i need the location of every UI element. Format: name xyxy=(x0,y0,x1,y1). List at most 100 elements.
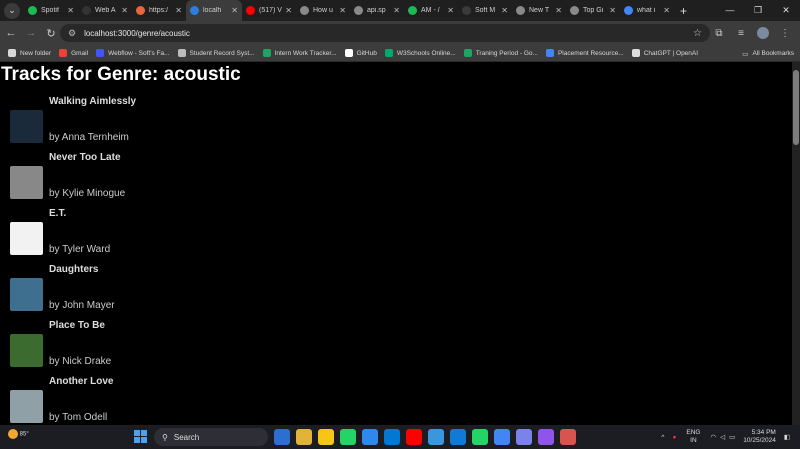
browser-tab[interactable]: AM - / ✕ xyxy=(404,0,458,21)
taskbar-app-icon[interactable] xyxy=(296,429,312,445)
minimize-button[interactable]: — xyxy=(716,0,744,21)
chevron-up-icon[interactable]: ^ xyxy=(661,434,664,441)
tray-app-icon[interactable]: ● xyxy=(672,434,676,441)
bookmark-label: ChatGPT | OpenAI xyxy=(643,49,699,57)
taskbar-search[interactable]: ⚲ Search xyxy=(154,428,268,446)
forward-icon[interactable]: → xyxy=(22,27,40,39)
browser-tab[interactable]: https:/ ✕ xyxy=(132,0,186,21)
language-indicator[interactable]: ENG IN xyxy=(686,429,700,445)
taskbar-app-icon[interactable] xyxy=(450,429,466,445)
album-art[interactable] xyxy=(10,222,43,255)
tab-close-icon[interactable]: ✕ xyxy=(231,6,238,15)
tab-title: what i xyxy=(637,7,656,14)
album-art[interactable] xyxy=(10,334,43,367)
tab-close-icon[interactable]: ✕ xyxy=(609,6,616,15)
bookmark-label: New folder xyxy=(20,49,52,57)
tab-close-icon[interactable]: ✕ xyxy=(447,6,454,15)
bookmark-icon xyxy=(59,49,68,57)
taskbar-app-icon[interactable] xyxy=(340,429,356,445)
taskbar-app-icon[interactable] xyxy=(516,429,532,445)
bookmark-item[interactable]: Gmail xyxy=(59,49,88,57)
album-art[interactable] xyxy=(10,166,43,199)
scrollbar[interactable] xyxy=(792,62,800,425)
taskbar-app-icon[interactable] xyxy=(384,429,400,445)
taskbar: 85° ⚲ Search ^ ● ENG IN ◠ ◁ ▭ 5:34 PM 10… xyxy=(0,425,800,449)
profile-avatar[interactable] xyxy=(757,27,769,39)
tab-close-icon[interactable]: ✕ xyxy=(555,6,562,15)
all-bookmarks-button[interactable]: ▭ All Bookmarks xyxy=(742,45,794,62)
site-info-icon[interactable]: ⚙ xyxy=(68,28,76,39)
tab-favicon-icon xyxy=(246,6,255,15)
tab-close-icon[interactable]: ✕ xyxy=(285,6,292,15)
media-icon[interactable]: ≡ xyxy=(730,28,752,39)
taskbar-app-icon[interactable] xyxy=(494,429,510,445)
taskbar-app-icon[interactable] xyxy=(428,429,444,445)
album-art[interactable] xyxy=(10,278,43,311)
sun-icon xyxy=(8,429,18,439)
browser-tab[interactable]: what i ✕ xyxy=(620,0,674,21)
address-bar[interactable]: ⚙ localhost:3000/genre/acoustic ☆ xyxy=(60,24,710,42)
search-label: Search xyxy=(173,432,200,442)
bookmark-icon xyxy=(344,49,353,57)
tab-close-icon[interactable]: ✕ xyxy=(339,6,346,15)
taskbar-app-icon[interactable] xyxy=(362,429,378,445)
tab-close-icon[interactable]: ✕ xyxy=(175,6,182,15)
bookmark-item[interactable]: Webflow - Soft's Fa... xyxy=(96,49,170,57)
wifi-icon[interactable]: ◠ xyxy=(710,433,716,441)
taskbar-app-icon[interactable] xyxy=(472,429,488,445)
close-window-button[interactable]: ✕ xyxy=(772,0,800,21)
browser-tab[interactable]: How u ✕ xyxy=(296,0,350,21)
tab-strip: ⌄ Spotif ✕ Web A ✕ https:/✕ localh ✕ (517) V ✕ Ho… xyxy=(0,0,800,21)
lang-label: ENG xyxy=(686,429,701,436)
tab-close-icon[interactable]: ✕ xyxy=(393,6,400,15)
browser-tab[interactable]: Spotif ✕ xyxy=(24,0,78,21)
tab-close-icon[interactable]: ✕ xyxy=(663,6,670,15)
scrollbar-thumb[interactable] xyxy=(793,70,799,145)
album-art[interactable] xyxy=(10,110,43,143)
browser-tab[interactable]: Soft M ✕ xyxy=(458,0,512,21)
new-tab-button[interactable]: + xyxy=(680,4,687,18)
bookmark-item[interactable]: ChatGPT | OpenAI xyxy=(631,49,699,57)
bookmark-item[interactable]: Placement Resource... xyxy=(545,49,624,57)
bookmark-label: Gmail xyxy=(71,49,89,57)
bookmark-star-icon[interactable]: ☆ xyxy=(693,28,702,39)
battery-icon[interactable]: ▭ xyxy=(729,433,735,441)
bookmark-item[interactable]: W3Schools Online... xyxy=(384,49,456,57)
reload-icon[interactable]: ↻ xyxy=(42,27,60,40)
volume-icon[interactable]: ◁ xyxy=(720,433,725,441)
album-art[interactable] xyxy=(10,390,43,423)
back-icon[interactable]: ← xyxy=(2,27,20,39)
bookmark-item[interactable]: Student Record Syst... xyxy=(177,49,255,57)
tab-close-icon[interactable]: ✕ xyxy=(501,6,508,15)
tab-search-button[interactable]: ⌄ xyxy=(4,2,20,19)
bookmark-item[interactable]: Intern Work Tracker... xyxy=(262,49,337,57)
browser-tab[interactable]: Top Gi ✕ xyxy=(566,0,620,21)
tab-title: New T xyxy=(529,7,550,14)
notification-icon[interactable]: ◧ xyxy=(784,433,790,441)
taskbar-app-icon[interactable] xyxy=(538,429,554,445)
browser-tab[interactable]: New T ✕ xyxy=(512,0,566,21)
tab-title: (517) V xyxy=(259,7,282,14)
browser-tab[interactable]: localh ✕ xyxy=(186,0,242,21)
track-name: Walking Aimlessly xyxy=(49,96,137,107)
browser-tab[interactable]: Web A ✕ xyxy=(78,0,132,21)
bookmark-item[interactable]: Traning Period - Go... xyxy=(463,49,538,57)
browser-tab[interactable]: api.sp ✕ xyxy=(350,0,404,21)
tab-close-icon[interactable]: ✕ xyxy=(121,6,128,15)
region-label: IN xyxy=(690,437,697,444)
menu-icon[interactable]: ⋮ xyxy=(774,28,796,39)
taskbar-app-icon[interactable] xyxy=(318,429,334,445)
track-artist: by Tom Odell xyxy=(49,412,108,423)
taskbar-app-icon[interactable] xyxy=(406,429,422,445)
weather-widget[interactable]: 85° xyxy=(8,429,29,439)
extensions-icon[interactable]: ⧉ xyxy=(708,28,730,39)
tab-close-icon[interactable]: ✕ xyxy=(67,6,74,15)
bookmark-item[interactable]: New folder xyxy=(8,49,51,57)
start-button[interactable] xyxy=(134,430,147,443)
taskbar-app-icon[interactable] xyxy=(560,429,576,445)
clock[interactable]: 5:34 PM 10/25/2024 xyxy=(743,429,776,445)
browser-tab[interactable]: (517) V ✕ xyxy=(242,0,296,21)
taskbar-app-icon[interactable] xyxy=(274,429,290,445)
bookmark-item[interactable]: GitHub xyxy=(344,49,377,57)
maximize-button[interactable]: ❐ xyxy=(744,0,772,21)
